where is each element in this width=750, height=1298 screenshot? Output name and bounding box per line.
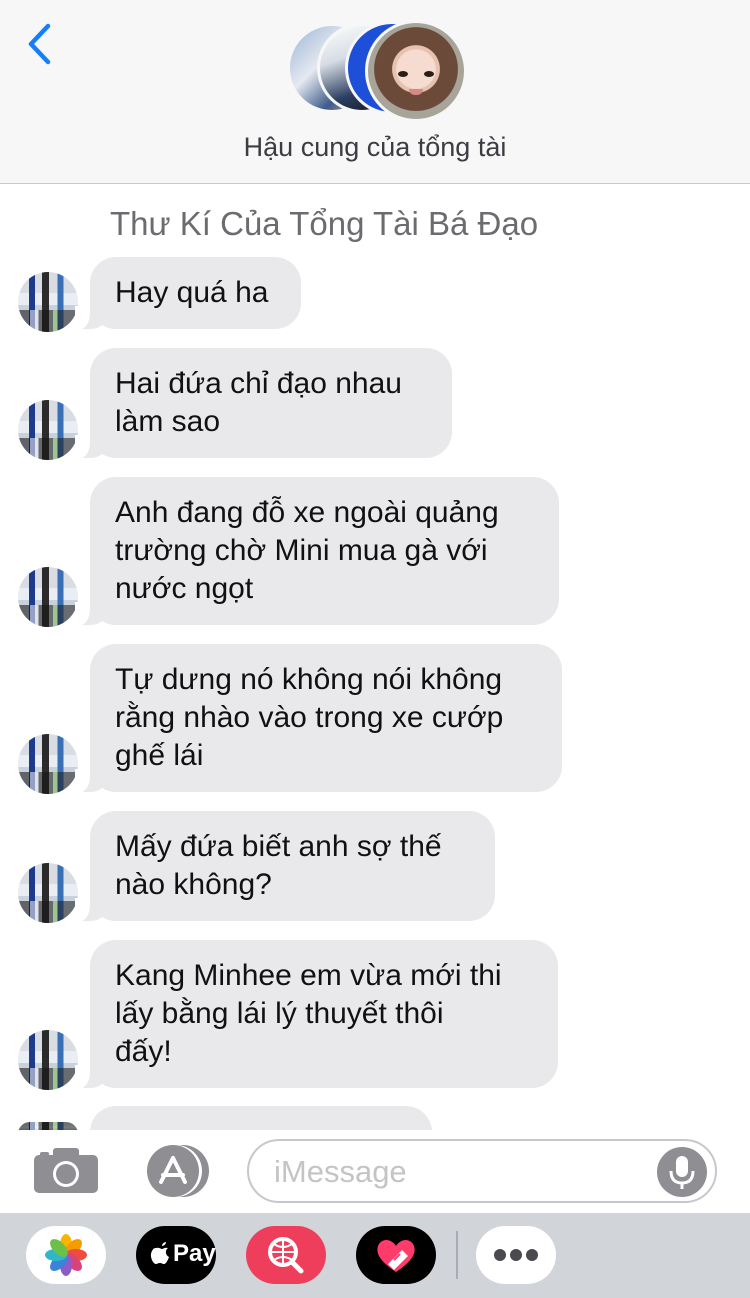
image-search-app-button[interactable] <box>246 1226 326 1284</box>
app-store-button[interactable] <box>140 1144 212 1198</box>
conversation-header: Hậu cung của tổng tài <box>0 0 750 184</box>
sender-avatar[interactable] <box>18 1030 78 1090</box>
message-bubble[interactable]: Hay quá ha <box>75 257 301 330</box>
sender-name: Thư Kí Của Tổng Tài Bá Đạo <box>110 205 539 242</box>
chevron-left-icon <box>28 23 51 65</box>
group-member-avatar <box>365 20 467 122</box>
photos-icon <box>45 1234 87 1276</box>
photos-app-button[interactable] <box>26 1226 106 1284</box>
sender-avatar[interactable] <box>18 863 78 923</box>
back-button[interactable] <box>22 22 62 66</box>
message-text: Anh đang đỗ xe ngoài quảng trường chờ Mi… <box>115 496 499 605</box>
digital-touch-icon <box>377 1240 415 1272</box>
apple-pay-button[interactable]: Pay <box>136 1226 216 1284</box>
microphone-button[interactable] <box>657 1147 707 1197</box>
message-input-placeholder: iMessage <box>274 1154 407 1189</box>
microphone-icon <box>669 1156 695 1189</box>
group-name[interactable]: Hậu cung của tổng tài <box>0 132 750 163</box>
sender-avatar[interactable] <box>18 272 78 332</box>
message-bubble[interactable]: Mấy đứa biết anh sợ thế nào không? <box>75 811 495 922</box>
digital-touch-app-button[interactable] <box>356 1226 436 1284</box>
message-input[interactable]: iMessage <box>247 1139 717 1203</box>
message-bubble[interactable]: Kang Minhee em vừa mới thi lấy bằng lái … <box>75 940 558 1089</box>
message-bubble[interactable]: Tự dưng nó không nói không rằng nhào vào… <box>75 644 562 793</box>
camera-icon <box>34 1148 98 1193</box>
message-text: Mấy đứa biết anh sợ thế nào không? <box>115 830 442 901</box>
message-text: Kang Minhee em vừa mới thi lấy bằng lái … <box>115 959 502 1068</box>
message-text: Hay quá ha <box>115 276 269 309</box>
sender-avatar[interactable] <box>18 734 78 794</box>
sender-avatar[interactable] <box>18 567 78 627</box>
app-store-icon <box>147 1145 209 1197</box>
apple-pay-label: Pay <box>173 1240 216 1267</box>
drawer-divider <box>456 1231 458 1279</box>
image-search-icon <box>268 1237 304 1274</box>
message-text: Tự dưng nó không nói không rằng nhào vào… <box>115 663 504 772</box>
more-apps-button[interactable] <box>476 1226 556 1284</box>
group-avatar-stack[interactable] <box>287 20 467 122</box>
message-bubble[interactable]: Hai đứa chỉ đạo nhau làm sao <box>75 348 452 459</box>
more-icon <box>494 1249 538 1261</box>
sender-avatar[interactable] <box>18 400 78 460</box>
message-bubble[interactable]: Anh đang đỗ xe ngoài quảng trường chờ Mi… <box>75 477 559 626</box>
camera-button[interactable] <box>33 1146 99 1194</box>
message-text: Hai đứa chỉ đạo nhau làm sao <box>115 367 402 438</box>
